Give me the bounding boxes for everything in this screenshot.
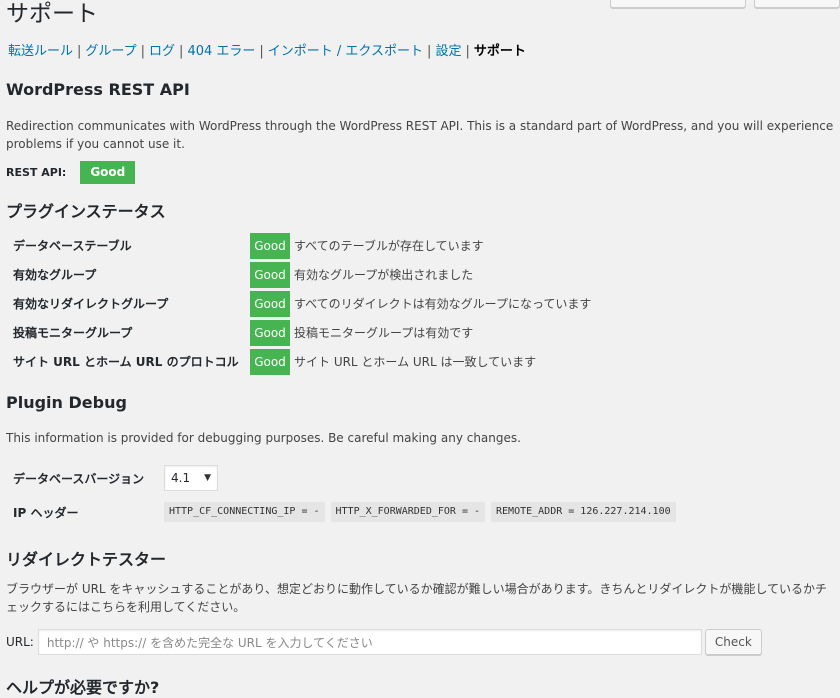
ip-header-row: IP ヘッダー HTTP_CF_CONNECTING_IP = - HTTP_X… [6,502,682,522]
nav-support-current: サポート [473,44,526,59]
status-label: サイト URL とホーム URL のプロトコル [13,355,239,369]
nav-groups[interactable]: グループ [85,44,136,59]
table-row: データベーステーブル Good すべてのテーブルが存在しています [6,231,826,260]
rest-api-status-badge: Good [80,161,136,184]
nav-settings[interactable]: 設定 [435,44,461,59]
top-action-button-left[interactable] [610,0,746,8]
status-label: 有効なグループ [13,268,97,282]
nav-404-errors[interactable]: 404 エラー [187,44,255,59]
table-row: 投稿モニターグループ Good 投稿モニターグループは有効です [6,318,826,347]
top-action-button-right[interactable] [754,0,840,8]
table-row: サイト URL とホーム URL のプロトコル Good サイト URL とホー… [6,347,826,376]
db-version-value: 4.1 [171,471,191,485]
status-message: 投稿モニターグループは有効です [294,326,474,340]
status-label: 有効なリダイレクトグループ [13,297,169,311]
nav-import-export[interactable]: インポート / エクスポート [268,44,423,59]
ip-header-value: HTTP_CF_CONNECTING_IP = - [164,502,325,522]
status-label: データベーステーブル [13,239,132,253]
rest-api-description: Redirection communicates with WordPress … [6,119,834,151]
nav-logs[interactable]: ログ [149,44,175,59]
status-badge: Good [250,232,290,259]
status-label: 投稿モニターグループ [13,326,133,340]
status-message: 有効なグループが検出されました [294,268,474,282]
status-message: すべてのリダイレクトは有効なグループになっています [294,297,592,311]
status-badge: Good [250,290,290,317]
check-button[interactable]: Check [704,629,762,655]
table-row: 有効なグループ Good 有効なグループが検出されました [6,260,826,289]
db-version-row: データベースバージョン 4.1 ▼ [6,465,218,491]
url-check-row: URL: http:// や https:// を含めた完全な URL を入力し… [6,629,762,655]
help-heading: ヘルプが必要ですか? [6,678,160,697]
status-message: すべてのテーブルが存在しています [294,239,484,253]
plugin-status-heading: プラグインステータス [6,202,166,221]
rest-api-label: REST API: [6,166,67,179]
plugin-debug-description: This information is provided for debuggi… [6,431,521,445]
top-actions [610,0,840,8]
ip-header-value: HTTP_X_FORWARDED_FOR = - [330,502,486,522]
status-badge: Good [250,319,290,346]
url-input[interactable]: http:// や https:// を含めた完全な URL を入力してください [37,629,702,655]
db-version-label: データベースバージョン [13,471,145,486]
url-label: URL: [6,635,34,649]
rest-api-heading: WordPress REST API [6,80,190,99]
plugin-status-table: データベーステーブル Good すべてのテーブルが存在しています 有効なグループ… [6,231,826,376]
status-message: サイト URL とホーム URL は一致しています [294,355,537,369]
redirect-tester-description: ブラウザーが URL をキャッシュすることがあり、想定どおりに動作しているか確認… [6,582,828,614]
status-badge: Good [250,348,290,375]
ip-header-label: IP ヘッダー [13,505,79,520]
chevron-down-icon: ▼ [204,473,211,483]
table-row: 有効なリダイレクトグループ Good すべてのリダイレクトは有効なグループになっ… [6,289,826,318]
db-version-select[interactable]: 4.1 ▼ [164,465,218,491]
page-title: サポート [6,1,98,27]
nav-redirects[interactable]: 転送ルール [8,44,73,59]
plugin-debug-heading: Plugin Debug [6,393,127,412]
ip-header-value: REMOTE_ADDR = 126.227.214.100 [491,502,676,522]
rest-api-status-row: REST API: Good [6,161,136,184]
status-badge: Good [250,261,290,288]
subsubsub-nav: 転送ルール | グループ | ログ | 404 エラー | インポート / エクスポート | 設定 |… [8,44,526,59]
redirect-tester-heading: リダイレクトテスター [6,550,167,569]
